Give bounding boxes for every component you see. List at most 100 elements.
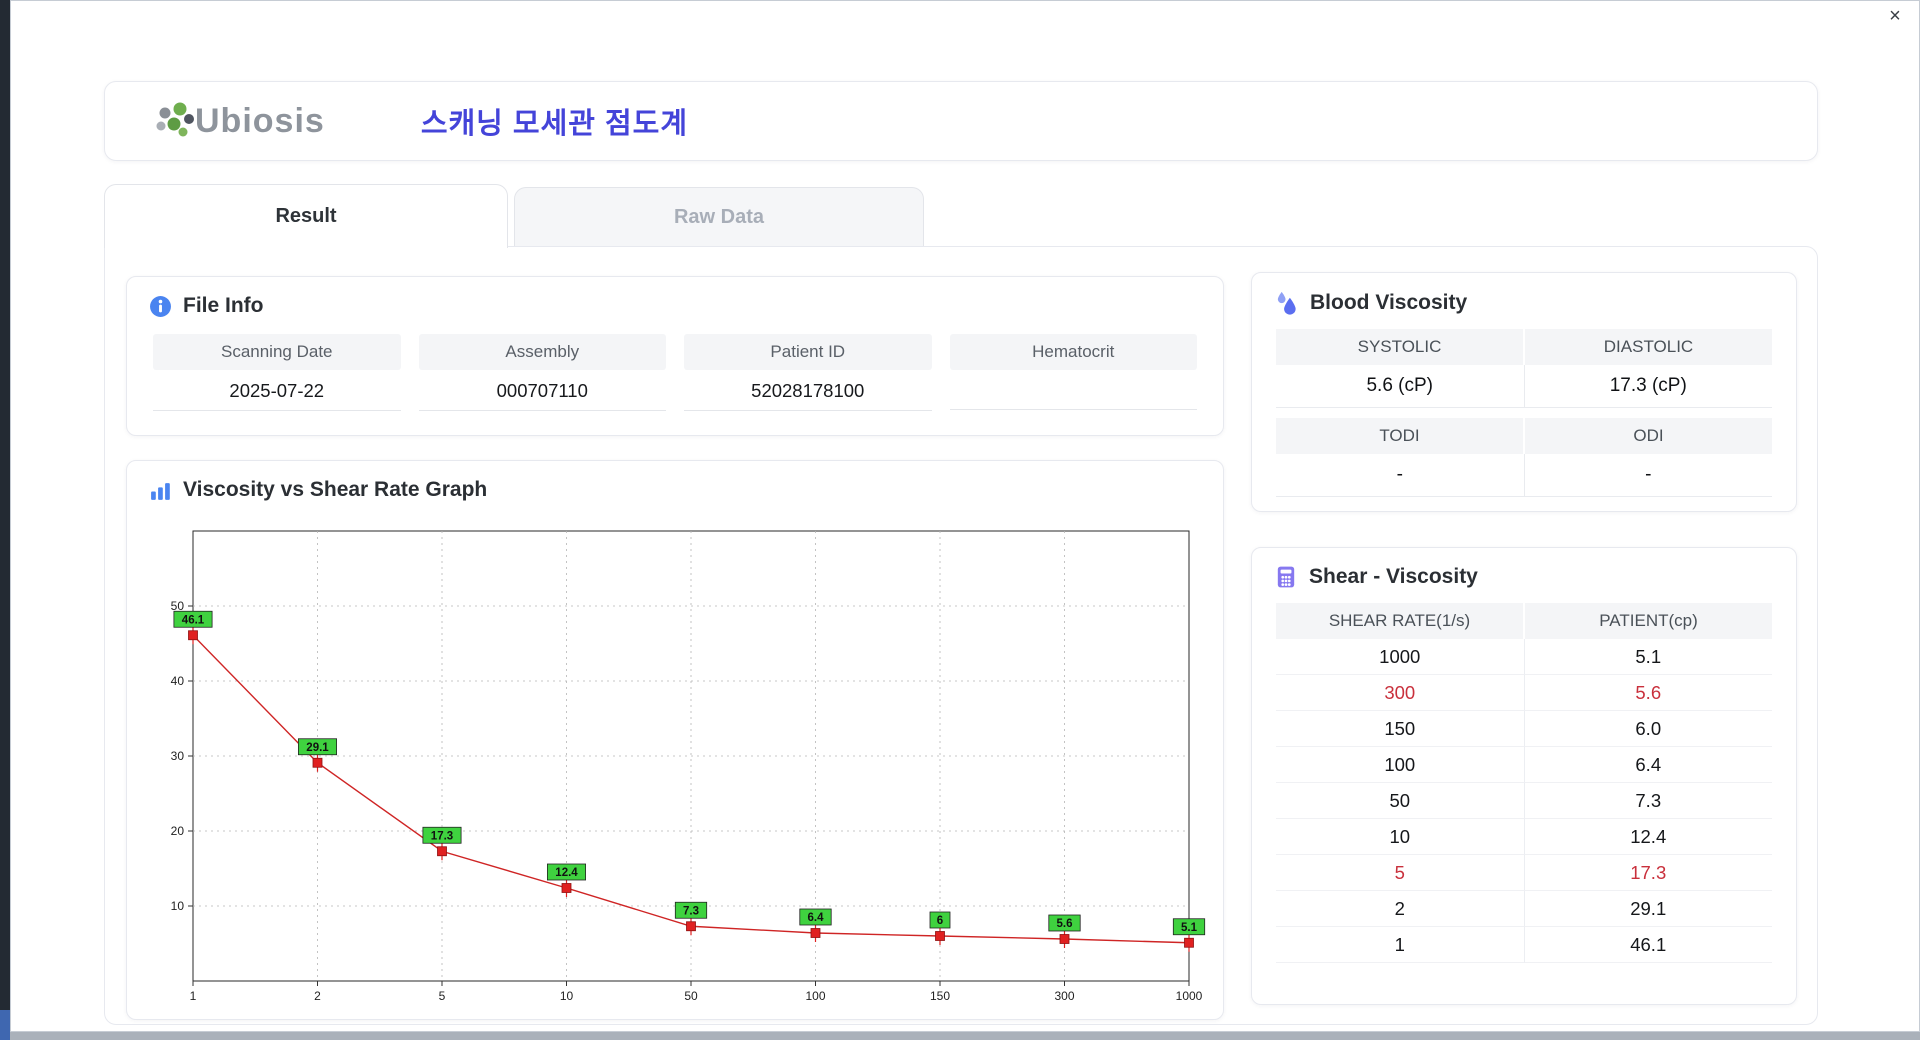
shear-rate-cell: 50 (1276, 783, 1524, 819)
table-header-row: TODI ODI (1276, 418, 1772, 454)
todi-value: - (1276, 454, 1524, 497)
svg-text:10: 10 (560, 989, 574, 1003)
logo-text: Ubiosis (195, 101, 325, 140)
graph-title: Viscosity vs Shear Rate Graph (183, 478, 488, 501)
patient-viscosity-cell: 6.4 (1523, 747, 1772, 783)
shear-rate-header: SHEAR RATE(1/s) (1328, 611, 1471, 630)
shear-viscosity-table: SHEAR RATE(1/s) PATIENT(cp) 1000 5.1 300 5.… (1276, 603, 1772, 963)
dot-cluster-logo-icon (156, 102, 194, 137)
field-label: Hematocrit (949, 334, 1197, 370)
header: Ubiosis 스캐닝 모세관 점도계 (104, 81, 1818, 161)
logo: Ubiosis (149, 99, 325, 143)
table-row: 1 46.1 (1276, 927, 1772, 963)
shear-rate-cell: 300 (1276, 675, 1524, 711)
table-row: 10 12.4 (1276, 819, 1772, 855)
table-header-row: SYSTOLIC DIASTOLIC (1276, 329, 1772, 365)
svg-text:40: 40 (171, 674, 185, 688)
shear-rate-cell: 10 (1276, 819, 1524, 855)
table-row: - - (1276, 454, 1772, 497)
shear-rate-cell: 2 (1276, 891, 1524, 927)
table-row: 2 29.1 (1276, 891, 1772, 927)
field-assembly: Assembly 000707110 (418, 334, 666, 411)
background-corner-accent (0, 1010, 10, 1040)
shear-rate-cell: 5 (1276, 855, 1524, 891)
field-hematocrit: Hematocrit (949, 334, 1197, 411)
close-icon[interactable]: × (1883, 4, 1907, 28)
tab-raw-data[interactable]: Raw Data (514, 187, 924, 247)
patient-viscosity-cell: 12.4 (1523, 819, 1772, 855)
droplet-icon (1277, 291, 1296, 315)
odi-header: ODI (1523, 418, 1772, 454)
svg-text:1: 1 (190, 989, 197, 1003)
field-value (949, 370, 1197, 410)
patient-viscosity-cell: 6.0 (1523, 711, 1772, 747)
field-label: Patient ID (684, 334, 932, 370)
table-row: 50 7.3 (1276, 783, 1772, 819)
blood-viscosity-table: SYSTOLIC DIASTOLIC 5.6 (cP) 17.3 (cP) TO… (1276, 329, 1772, 497)
viscosity-graph-card: Viscosity vs Shear Rate Graph 10 20 30 40 50… (126, 460, 1224, 1020)
table-header-row: SHEAR RATE(1/s) PATIENT(cp) (1276, 603, 1772, 639)
info-circle-icon (150, 295, 171, 317)
field-patient-id: Patient ID 52028178100 (684, 334, 932, 411)
patient-viscosity-cell: 29.1 (1523, 891, 1772, 927)
systolic-header: SYSTOLIC (1276, 329, 1523, 365)
svg-text:12.4: 12.4 (555, 867, 578, 879)
odi-value: - (1523, 454, 1772, 497)
svg-text:6.4: 6.4 (808, 912, 825, 924)
shear-rate-cell: 100 (1276, 747, 1524, 783)
shear-rate-cell: 150 (1276, 711, 1524, 747)
svg-text:17.3: 17.3 (431, 830, 453, 842)
patient-viscosity-cell: 5.1 (1523, 639, 1772, 675)
svg-text:100: 100 (805, 989, 825, 1003)
svg-text:5.6: 5.6 (1057, 918, 1073, 930)
field-value: 000707110 (418, 370, 666, 411)
shear-viscosity-title: Shear - Viscosity (1309, 565, 1478, 588)
blood-viscosity-card: Blood Viscosity SYSTOLIC DIASTOLIC 5.6 (… (1251, 272, 1797, 512)
file-info-card: File Info Scanning Date 2025-07-22 Assem… (126, 276, 1224, 436)
table-row: 5 17.3 (1276, 855, 1772, 891)
table-row: 300 5.6 (1276, 675, 1772, 711)
svg-text:1000: 1000 (1176, 989, 1203, 1003)
file-info-fields: Scanning Date 2025-07-22 Assembly 000707… (153, 334, 1197, 411)
bar-chart-icon (151, 482, 170, 500)
patient-header: PATIENT(cp) (1523, 603, 1772, 639)
viscosity-chart: 10203040501 2 5 10 50 100 150 300 100046.129.117… (171, 530, 1206, 1003)
diastolic-header: DIASTOLIC (1523, 329, 1772, 365)
svg-text:30: 30 (171, 749, 185, 763)
calculator-icon (1277, 566, 1295, 588)
field-label: Scanning Date (153, 334, 401, 370)
systolic-value: 5.6 (cP) (1276, 365, 1524, 408)
svg-text:5.1: 5.1 (1181, 922, 1198, 934)
svg-text:50: 50 (684, 989, 698, 1003)
patient-viscosity-cell: 7.3 (1523, 783, 1772, 819)
svg-text:29.1: 29.1 (306, 742, 329, 754)
field-value: 52028178100 (684, 370, 932, 411)
shear-rate-cell: 1 (1276, 927, 1524, 963)
file-info-title: File Info (183, 294, 264, 317)
svg-text:300: 300 (1054, 989, 1074, 1003)
svg-text:6: 6 (937, 915, 943, 927)
page-title: 스캐닝 모세관 점도계 (420, 108, 689, 140)
background-edge (0, 0, 10, 1040)
field-value: 2025-07-22 (153, 370, 401, 411)
table-row: 1000 5.1 (1276, 639, 1772, 675)
todi-header: TODI (1276, 418, 1523, 454)
tab-result[interactable]: Result (104, 184, 508, 248)
svg-text:46.1: 46.1 (182, 614, 205, 626)
shear-viscosity-rows: 1000 5.1 300 5.6 150 6.0 100 6.4 50 7.3 10 12.4 5 17.… (1276, 639, 1772, 963)
patient-viscosity-cell: 17.3 (1523, 855, 1772, 891)
patient-viscosity-cell: 5.6 (1523, 675, 1772, 711)
svg-text:7.3: 7.3 (683, 905, 699, 917)
table-row: 150 6.0 (1276, 711, 1772, 747)
shear-viscosity-card: Shear - Viscosity SHEAR RATE(1/s) PATIEN… (1251, 547, 1797, 1005)
svg-text:150: 150 (930, 989, 950, 1003)
svg-text:5: 5 (439, 989, 446, 1003)
table-row: 100 6.4 (1276, 747, 1772, 783)
field-scanning-date: Scanning Date 2025-07-22 (153, 334, 401, 411)
svg-text:2: 2 (314, 989, 321, 1003)
svg-text:10: 10 (171, 899, 185, 913)
diastolic-value: 17.3 (cP) (1523, 365, 1772, 408)
svg-text:20: 20 (171, 824, 185, 838)
field-label: Assembly (418, 334, 666, 370)
patient-viscosity-cell: 46.1 (1523, 927, 1772, 963)
